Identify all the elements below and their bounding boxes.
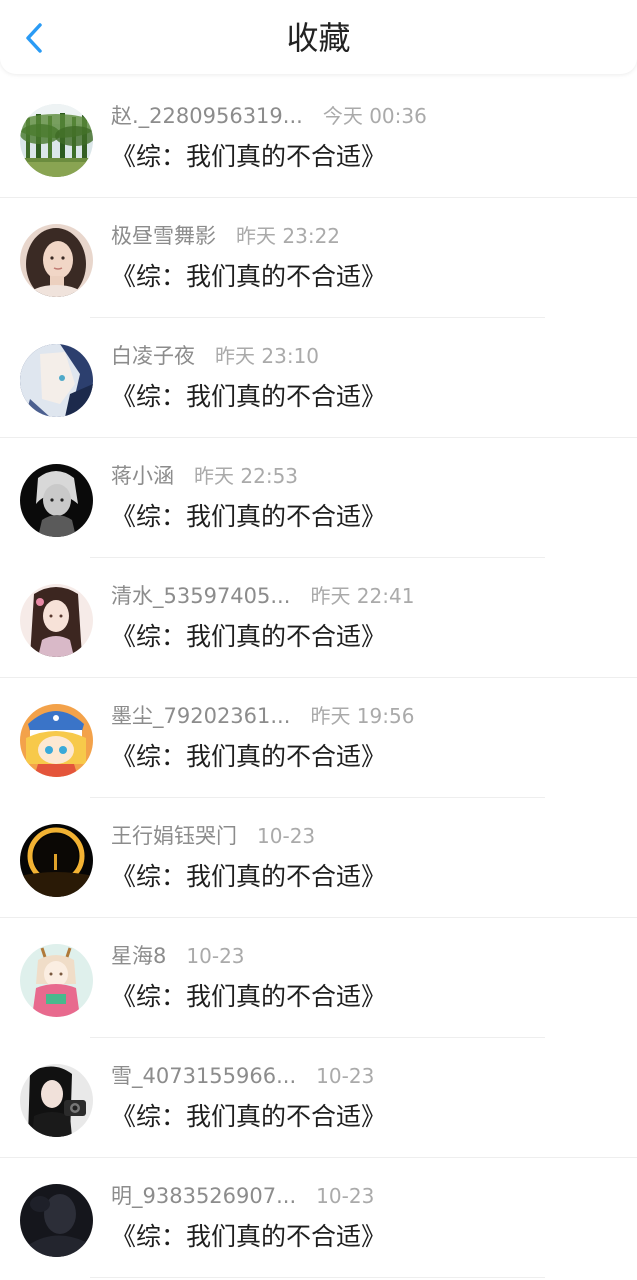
timestamp: 昨天 23:10 — [215, 344, 320, 368]
avatar[interactable] — [20, 584, 93, 657]
item-meta: 王行娟钰哭门 10-23 — [111, 822, 315, 850]
item-meta: 清水_53597405... 昨天 22:41 — [111, 582, 414, 610]
user-name[interactable]: 雪_4073155966... — [111, 1062, 296, 1090]
avatar[interactable] — [20, 464, 93, 537]
timestamp: 10-23 — [316, 1064, 375, 1088]
book-title[interactable]: 《综：我们真的不合适》 — [111, 740, 386, 774]
user-name[interactable]: 白凌子夜 — [111, 342, 195, 370]
book-title[interactable]: 《综：我们真的不合适》 — [111, 620, 386, 654]
timestamp: 今天 00:36 — [322, 104, 427, 128]
book-title[interactable]: 《综：我们真的不合适》 — [111, 860, 386, 894]
avatar[interactable] — [20, 104, 93, 177]
favorites-list: 赵._2280956319... 今天 00:36 《综：我们真的不合适》 极昼… — [0, 78, 637, 1278]
item-meta: 雪_4073155966... 10-23 — [111, 1062, 374, 1090]
page-title: 收藏 — [286, 19, 351, 57]
list-item[interactable]: 明_9383526907... 10-23 《综：我们真的不合适》 — [0, 1158, 637, 1278]
user-name[interactable]: 清水_53597405... — [111, 582, 290, 610]
book-title[interactable]: 《综：我们真的不合适》 — [111, 1100, 386, 1134]
item-meta: 赵._2280956319... 今天 00:36 — [111, 102, 427, 130]
list-item[interactable]: 极昼雪舞影 昨天 23:22 《综：我们真的不合适》 — [0, 198, 637, 318]
timestamp: 昨天 23:22 — [236, 224, 341, 248]
book-title[interactable]: 《综：我们真的不合适》 — [111, 380, 386, 414]
list-item[interactable]: 墨尘_79202361... 昨天 19:56 《综：我们真的不合适》 — [0, 678, 637, 798]
list-item[interactable]: 白凌子夜 昨天 23:10 《综：我们真的不合适》 — [0, 318, 637, 438]
book-title[interactable]: 《综：我们真的不合适》 — [111, 140, 386, 174]
avatar[interactable] — [20, 1064, 93, 1137]
user-name[interactable]: 星海8 — [111, 942, 166, 970]
divider — [90, 1277, 545, 1278]
timestamp: 昨天 19:56 — [310, 704, 415, 728]
timestamp: 10-23 — [257, 824, 316, 848]
timestamp: 10-23 — [186, 944, 245, 968]
list-item[interactable]: 蒋小涵 昨天 22:53 《综：我们真的不合适》 — [0, 438, 637, 558]
user-name[interactable]: 墨尘_79202361... — [111, 702, 290, 730]
book-title[interactable]: 《综：我们真的不合适》 — [111, 980, 386, 1014]
avatar[interactable] — [20, 1184, 93, 1257]
avatar[interactable] — [20, 824, 93, 897]
item-meta: 蒋小涵 昨天 22:53 — [111, 462, 298, 490]
timestamp: 昨天 22:41 — [310, 584, 415, 608]
book-title[interactable]: 《综：我们真的不合适》 — [111, 500, 386, 534]
item-meta: 墨尘_79202361... 昨天 19:56 — [111, 702, 414, 730]
favorites-page: 收藏 赵._2280956319... 今天 00:36 《综：我们真的不合适》… — [0, 0, 637, 1280]
top-bar: 收藏 — [0, 0, 637, 74]
list-item[interactable]: 王行娟钰哭门 10-23 《综：我们真的不合适》 — [0, 798, 637, 918]
book-title[interactable]: 《综：我们真的不合适》 — [111, 1220, 386, 1254]
item-meta: 极昼雪舞影 昨天 23:22 — [111, 222, 340, 250]
avatar[interactable] — [20, 224, 93, 297]
list-item[interactable]: 赵._2280956319... 今天 00:36 《综：我们真的不合适》 — [0, 78, 637, 198]
book-title[interactable]: 《综：我们真的不合适》 — [111, 260, 386, 294]
avatar[interactable] — [20, 704, 93, 777]
user-name[interactable]: 极昼雪舞影 — [111, 222, 216, 250]
timestamp: 10-23 — [316, 1184, 375, 1208]
avatar[interactable] — [20, 344, 93, 417]
user-name[interactable]: 蒋小涵 — [111, 462, 174, 490]
item-meta: 明_9383526907... 10-23 — [111, 1182, 374, 1210]
avatar[interactable] — [20, 944, 93, 1017]
list-item[interactable]: 清水_53597405... 昨天 22:41 《综：我们真的不合适》 — [0, 558, 637, 678]
item-meta: 星海8 10-23 — [111, 942, 245, 970]
user-name[interactable]: 赵._2280956319... — [111, 102, 303, 130]
item-meta: 白凌子夜 昨天 23:10 — [111, 342, 319, 370]
user-name[interactable]: 明_9383526907... — [111, 1182, 296, 1210]
user-name[interactable]: 王行娟钰哭门 — [111, 822, 237, 850]
timestamp: 昨天 22:53 — [194, 464, 299, 488]
list-item[interactable]: 雪_4073155966... 10-23 《综：我们真的不合适》 — [0, 1038, 637, 1158]
list-item[interactable]: 星海8 10-23 《综：我们真的不合适》 — [0, 918, 637, 1038]
